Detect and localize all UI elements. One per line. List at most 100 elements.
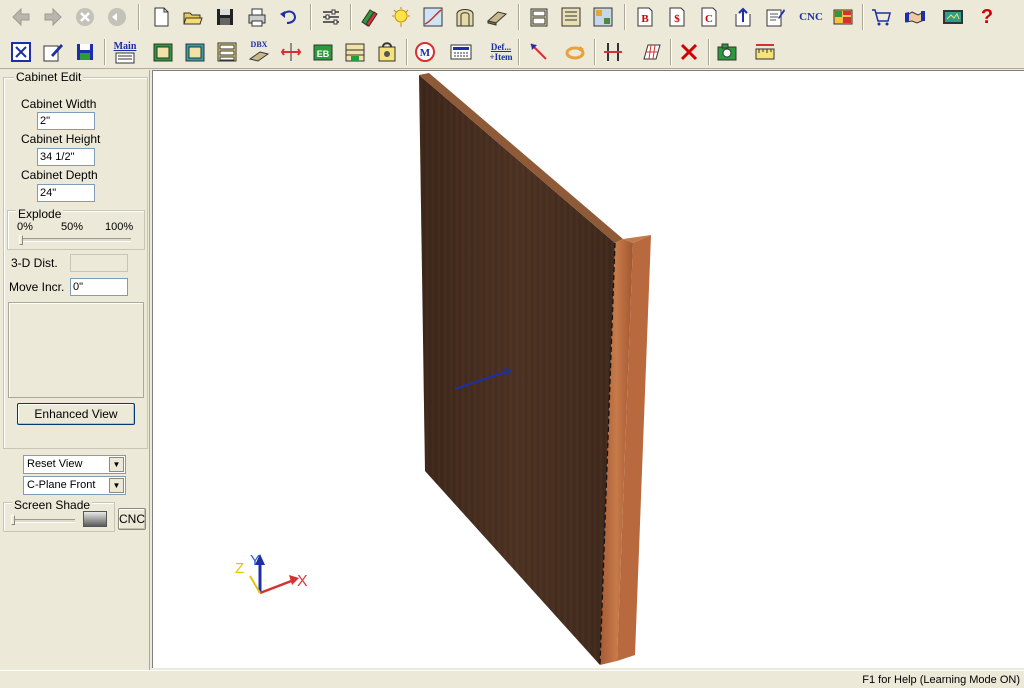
delete-icon[interactable] <box>676 39 702 65</box>
cutlist-report-icon[interactable]: C <box>696 4 722 30</box>
undo-icon[interactable] <box>276 4 302 30</box>
forward-icon[interactable] <box>40 4 66 30</box>
cnc-button[interactable]: CNC <box>118 508 146 530</box>
cart-icon[interactable] <box>868 4 894 30</box>
main-label: Main <box>113 40 137 52</box>
main-button[interactable]: Main <box>112 38 138 66</box>
status-text: F1 for Help (Learning Mode ON) <box>862 674 1020 686</box>
help-icon[interactable]: ? <box>974 4 1000 30</box>
cabinet-edit-title: Cabinet Edit <box>14 70 84 84</box>
dimension-icon[interactable] <box>278 39 304 65</box>
camera-icon[interactable] <box>714 39 740 65</box>
edit-report-icon[interactable] <box>762 4 788 30</box>
cnc-toolbar-label: CNC <box>799 11 823 23</box>
screen-shade-group: Screen Shade <box>3 498 115 532</box>
base-cabinet-icon[interactable] <box>150 39 176 65</box>
axis-gizmo: Y Z X <box>235 552 308 595</box>
back-icon[interactable] <box>8 4 34 30</box>
plane-select[interactable]: C-Plane Front ▼ <box>23 476 126 495</box>
eb-label: EB <box>317 49 330 59</box>
info-list-box[interactable] <box>8 302 144 398</box>
define-item-button[interactable]: Def... +Item <box>486 39 516 65</box>
cabinet-list-icon[interactable] <box>558 4 584 30</box>
chevron-down-icon[interactable]: ▼ <box>109 478 124 493</box>
materials-icon[interactable] <box>356 4 382 30</box>
dbx-label: DBX <box>250 40 268 49</box>
bid-report-label: B <box>641 13 649 25</box>
handshake-icon[interactable] <box>902 4 928 30</box>
cabinet-toolbar: Main DBX EB M Def... +Item <box>0 35 1024 69</box>
view-select-value: Reset View <box>27 458 83 470</box>
edgeband-icon[interactable]: EB <box>310 39 336 65</box>
cost-report-label: $ <box>674 13 680 25</box>
explode-slider-thumb[interactable] <box>19 235 23 245</box>
split-icon[interactable] <box>600 39 626 65</box>
panel-grain <box>419 75 615 665</box>
settings-sliders-icon[interactable] <box>318 4 344 30</box>
cost-report-icon[interactable]: $ <box>664 4 690 30</box>
screen-shade-slider-thumb[interactable] <box>11 515 15 525</box>
panel-icon[interactable] <box>484 4 510 30</box>
sheet-layout-icon[interactable] <box>830 4 856 30</box>
screen-shade-slider[interactable] <box>11 519 75 523</box>
cabinet-icon[interactable] <box>526 4 552 30</box>
cabinet-3d-render[interactable]: Y Z X <box>153 71 1023 667</box>
explode-slider[interactable] <box>19 238 131 242</box>
new-file-icon[interactable] <box>148 4 174 30</box>
close-cabinet-icon[interactable] <box>8 39 34 65</box>
cabinet-height-field[interactable]: 34 1/2" <box>37 148 95 166</box>
print-icon[interactable] <box>244 4 270 30</box>
save-icon[interactable] <box>212 4 238 30</box>
view-select[interactable]: Reset View ▼ <box>23 455 126 474</box>
move-increment-label: Move Incr. <box>9 280 65 294</box>
bid-report-icon[interactable]: B <box>632 4 658 30</box>
cabinet-width-label: Cabinet Width <box>21 97 97 111</box>
axis-z-label: Z <box>235 560 244 577</box>
wall-cabinet-icon[interactable] <box>182 39 208 65</box>
layout-icon[interactable] <box>590 4 616 30</box>
dbx-icon[interactable]: DBX <box>246 39 272 65</box>
chevron-down-icon[interactable]: ▼ <box>109 457 124 472</box>
cabinet-depth-field[interactable]: 24" <box>37 184 95 202</box>
rotate-icon[interactable] <box>562 39 588 65</box>
screen-icon[interactable] <box>940 4 966 30</box>
graph-icon[interactable] <box>420 4 446 30</box>
cabinet-width-field[interactable]: 2" <box>37 112 95 130</box>
hardware-icon[interactable] <box>374 39 400 65</box>
cnc-text-icon[interactable]: CNC <box>796 4 826 30</box>
ruler-icon[interactable] <box>752 39 778 65</box>
main-toolbar: B $ C CNC ? <box>0 0 1024 34</box>
material-manager-icon[interactable]: M <box>412 39 438 65</box>
move-increment-field[interactable]: 0" <box>70 278 128 296</box>
dist-label: 3-D Dist. <box>11 256 58 270</box>
grid-icon[interactable] <box>638 39 664 65</box>
enhanced-view-button[interactable]: Enhanced View <box>17 403 135 425</box>
hutch-icon[interactable] <box>342 39 368 65</box>
drawer-cabinet-icon[interactable] <box>214 39 240 65</box>
pointer-icon[interactable] <box>526 39 552 65</box>
refresh-icon[interactable] <box>104 4 130 30</box>
status-bar: F1 for Help (Learning Mode ON) <box>0 670 1024 688</box>
explode-title: Explode <box>16 207 64 221</box>
cabinet-height-label: Cabinet Height <box>21 132 101 146</box>
svg-text:M: M <box>420 47 431 59</box>
explode-tick-50: 50% <box>61 221 84 233</box>
cutlist-report-label: C <box>705 13 713 25</box>
cabinet-depth-label: Cabinet Depth <box>21 168 98 182</box>
3d-viewport[interactable]: Y Z X <box>152 70 1024 668</box>
axis-y-label: Y <box>250 552 260 569</box>
light-bulb-icon[interactable] <box>388 4 414 30</box>
export-icon[interactable] <box>730 4 756 30</box>
explode-group: Explode 0% 50% 100% <box>7 207 145 250</box>
shade-swatch[interactable] <box>83 511 107 527</box>
arch-door-icon[interactable] <box>452 4 478 30</box>
explode-tick-100: 100% <box>105 221 134 233</box>
plane-select-value: C-Plane Front <box>27 479 96 491</box>
define-label: Def... <box>490 42 512 52</box>
open-folder-icon[interactable] <box>180 4 206 30</box>
cabinet-edit-group: Cabinet Edit Cabinet Width 2" Cabinet He… <box>3 70 148 449</box>
stop-icon[interactable] <box>72 4 98 30</box>
calculator-icon[interactable] <box>448 39 474 65</box>
save-cabinet-icon[interactable] <box>72 39 98 65</box>
edit-cabinet-icon[interactable] <box>40 39 66 65</box>
